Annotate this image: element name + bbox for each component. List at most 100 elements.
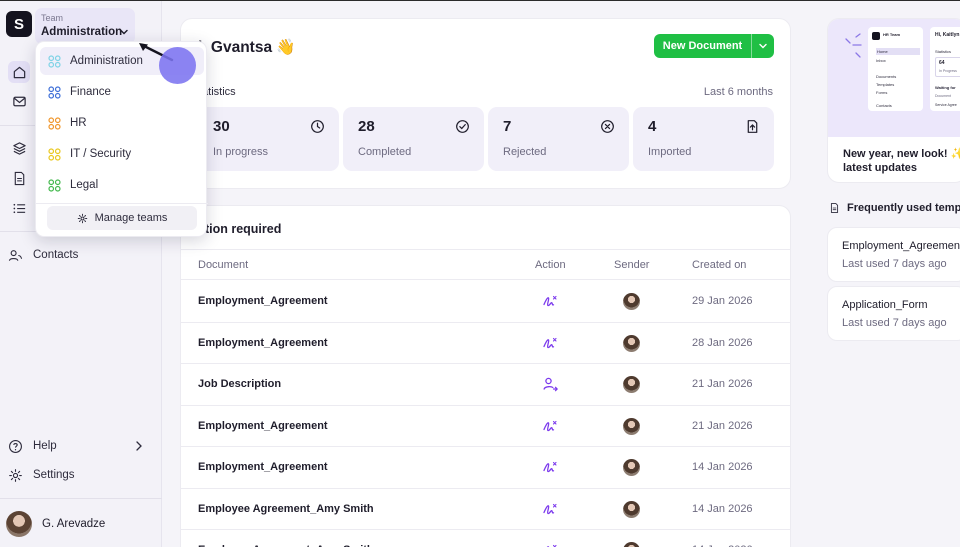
whats-new-card[interactable]: HR Team Home Inbox Documents Templates F… <box>827 18 960 183</box>
template-last-used: Last used 7 days ago <box>842 317 947 329</box>
team-menu-label: Administration <box>70 55 143 67</box>
signature-icon <box>543 503 557 514</box>
sender-avatar <box>623 417 640 435</box>
team-grid-icon <box>48 147 61 161</box>
wave-emoji: 👋 <box>276 39 296 56</box>
stat-label: Rejected <box>503 146 547 158</box>
greeting-text: i, Gvantsa <box>198 39 273 56</box>
team-menu-item[interactable]: Legal <box>40 171 204 199</box>
team-menu-item[interactable]: IT / Security <box>40 140 204 168</box>
menu-divider <box>36 203 208 204</box>
column-document: Document <box>198 259 249 271</box>
nav-documents[interactable] <box>8 137 30 159</box>
nav-home[interactable] <box>8 61 30 83</box>
nav-forms[interactable] <box>8 197 30 219</box>
nav-settings[interactable]: Settings <box>8 464 75 486</box>
column-sender: Sender <box>614 259 650 271</box>
overview-card: i, Gvantsa 👋 New Document tatistics Last… <box>180 18 791 189</box>
document-name: Employee Agreement_Amy Smith <box>198 502 374 515</box>
nav-contacts[interactable]: Contacts <box>8 244 78 266</box>
page-title: i, Gvantsa 👋 <box>198 38 296 57</box>
signature-icon <box>543 295 557 307</box>
template-name: Application_Form <box>842 299 928 311</box>
stat-value: 30 <box>213 118 230 135</box>
document-icon <box>14 171 24 185</box>
gear-icon <box>77 213 87 223</box>
promo-mini-waiting: Waiting for <box>935 85 956 90</box>
promo-mini-stats: Statistics <box>935 49 952 54</box>
stat-imported[interactable]: 4 Imported <box>633 107 774 171</box>
nav-inbox[interactable] <box>8 90 30 112</box>
avatar <box>6 511 32 537</box>
table-row[interactable]: Employment_Agreement 21 Jan 2026 <box>181 406 790 447</box>
table-row[interactable]: Job Description 21 Jan 2026 <box>181 364 790 406</box>
table-header: Document Action Sender Created on <box>181 249 790 280</box>
new-document-dropdown[interactable] <box>752 41 774 51</box>
action-required-card: ction required Document Action Sender Cr… <box>180 205 791 547</box>
nav-templates[interactable] <box>8 167 30 189</box>
template-last-used: Last used 7 days ago <box>842 258 947 270</box>
stat-in-progress[interactable]: 30 In progress <box>198 107 339 171</box>
promo-illustration: HR Team Home Inbox Documents Templates F… <box>828 19 960 137</box>
promo-mini-service: Service Agree <box>935 103 957 107</box>
nav-help[interactable]: Help <box>8 435 57 457</box>
layers-icon <box>12 141 26 155</box>
promo-mini-doc: Document <box>935 94 951 98</box>
stat-label: Completed <box>358 146 412 158</box>
stat-rejected[interactable]: 7 Rejected <box>488 107 629 171</box>
document-icon <box>830 203 839 213</box>
clock-icon <box>311 120 324 133</box>
stat-label: Imported <box>648 146 692 158</box>
user-profile[interactable]: G. Arevadze <box>6 511 105 537</box>
team-caption: Team <box>41 13 64 23</box>
chevron-right-icon <box>136 441 142 451</box>
team-grid-icon <box>48 178 61 192</box>
created-date: 28 Jan 2026 <box>692 336 753 349</box>
template-card[interactable]: Application_Form Last used 7 days ago <box>827 286 960 341</box>
team-switcher[interactable]: Team Administration <box>35 8 135 44</box>
team-menu-label: IT / Security <box>70 148 132 160</box>
stat-value: 7 <box>503 118 512 135</box>
team-menu-item[interactable]: HR <box>40 109 204 137</box>
sender-avatar <box>623 334 640 352</box>
document-name: Employment_Agreement <box>198 336 328 349</box>
sender-avatar <box>623 293 640 310</box>
stat-value: 4 <box>648 118 657 135</box>
list-icon <box>13 203 25 213</box>
signature-icon <box>543 461 557 473</box>
template-card[interactable]: Employment_Agreement Last used 7 days ag… <box>827 227 960 282</box>
created-date: 21 Jan 2026 <box>692 378 753 390</box>
chevron-down-icon <box>759 43 767 49</box>
document-name: Employment_Agreement <box>198 461 328 473</box>
sender-avatar <box>623 376 640 393</box>
check-circle-icon <box>456 120 469 133</box>
sender-avatar <box>623 542 640 547</box>
nav-divider <box>0 498 162 499</box>
document-name: Job Description <box>198 378 282 390</box>
document-name: Employment_Agreement <box>198 295 328 307</box>
manage-teams-button[interactable]: Manage teams <box>47 206 197 230</box>
action-required-title: ction required <box>198 222 282 236</box>
table-row[interactable]: Employee Agreement_Amy Smith 14 Jan 2026 <box>181 489 790 530</box>
table-row[interactable]: Employment_Agreement 28 Jan 2026 <box>181 323 790 364</box>
created-date: 29 Jan 2026 <box>692 295 753 307</box>
column-created-on: Created on <box>692 259 747 271</box>
stat-completed[interactable]: 28 Completed <box>343 107 484 171</box>
new-document-button[interactable]: New Document <box>654 34 774 58</box>
users-icon <box>8 249 23 261</box>
table-row[interactable]: Employment_Agreement 14 Jan 2026 <box>181 447 790 489</box>
table-row[interactable]: Employee Agreement_Amy Smith14 Jan 2026 <box>181 530 790 547</box>
column-action: Action <box>535 259 566 271</box>
table-row[interactable]: Employment_Agreement 29 Jan 2026 <box>181 281 790 323</box>
click-indicator <box>159 47 196 84</box>
created-date: 14 Jan 2026 <box>692 502 753 515</box>
settings-label: Settings <box>33 469 75 481</box>
promo-mini-value: 64 <box>939 60 945 66</box>
x-circle-icon <box>601 120 614 133</box>
team-grid-icon <box>48 85 61 99</box>
promo-mini-sidebar: HR Team Home Inbox Documents Templates F… <box>868 27 923 111</box>
manage-teams-label: Manage teams <box>94 212 168 224</box>
created-date: 21 Jan 2026 <box>692 419 753 432</box>
promo-mini-nav-item: Home <box>876 48 920 55</box>
created-date: 14 Jan 2026 <box>692 461 753 473</box>
